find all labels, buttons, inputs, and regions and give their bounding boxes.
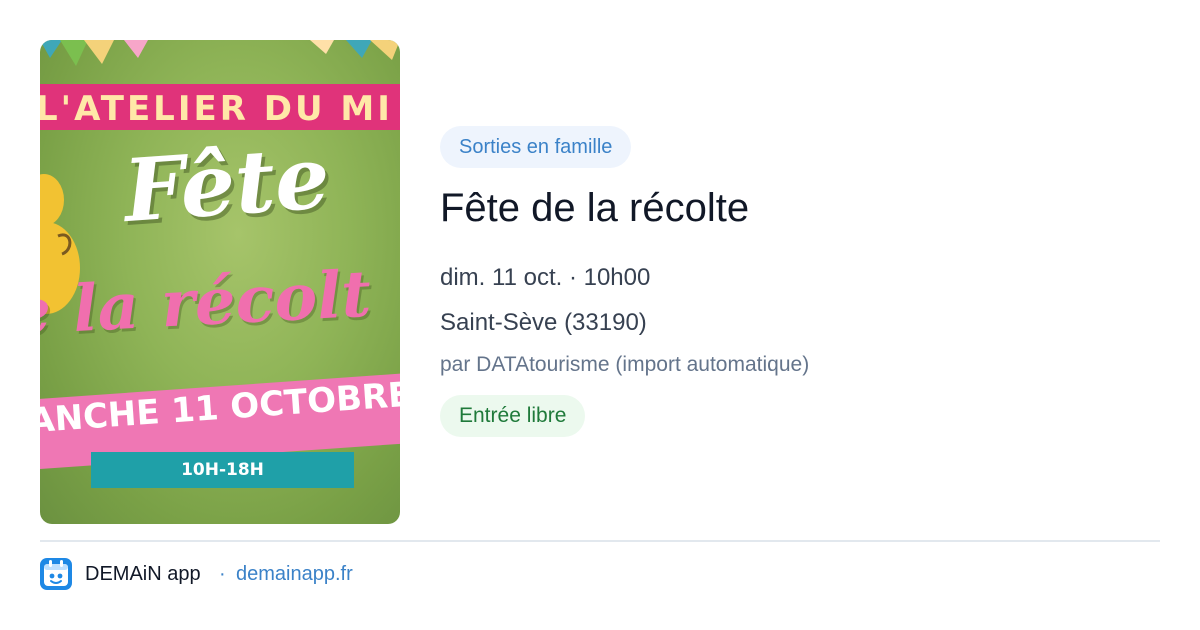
poster-banner-text: L'ATELIER DU MI xyxy=(40,89,393,129)
demain-app-logo-icon xyxy=(40,558,72,590)
footer-divider xyxy=(40,540,1160,542)
poster-hours-box: 10H-18H xyxy=(91,452,354,488)
footer-separator: · xyxy=(219,563,226,585)
category-badge[interactable]: Sorties en famille xyxy=(440,126,632,168)
event-datetime: dim. 11 oct. · 10h00 xyxy=(440,264,651,291)
price-badge: Entrée libre xyxy=(440,395,586,437)
footer-app-name: DEMAiN app xyxy=(85,563,201,585)
poster-title-line1: Fête xyxy=(120,126,333,243)
poster-hours-text: 10H-18H xyxy=(181,460,264,480)
event-location: Saint-Sève (33190) xyxy=(440,309,647,336)
event-title[interactable]: Fête de la récolte xyxy=(440,186,749,231)
poster-top-banner: L'ATELIER DU MI xyxy=(40,84,400,130)
event-poster-image[interactable]: L'ATELIER DU MI Fête e la récolt ANCHE 1… xyxy=(40,40,400,524)
event-source: par DATAtourisme (import automatique) xyxy=(440,353,810,376)
footer-site-link[interactable]: demainapp.fr xyxy=(236,563,353,586)
